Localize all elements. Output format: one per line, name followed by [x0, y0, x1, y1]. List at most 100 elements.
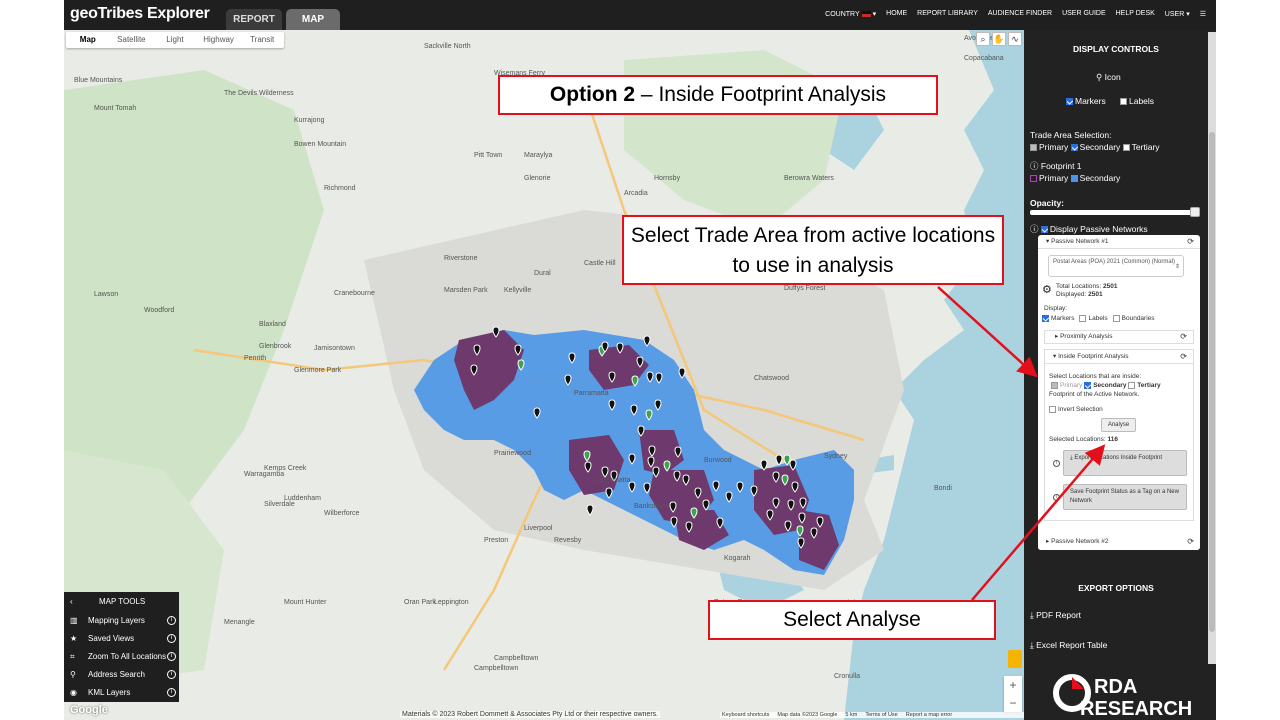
markers-checkbox[interactable]: Markers — [1066, 96, 1106, 106]
checkbox[interactable] — [1079, 315, 1087, 322]
tertiary-checkbox[interactable]: Tertiary — [1122, 142, 1160, 152]
info-icon[interactable]: i — [1053, 460, 1060, 467]
chevron-left-icon[interactable]: ‹ — [70, 597, 73, 606]
nav-audience-finder[interactable]: AUDIENCE FINDER — [988, 10, 1052, 18]
map-type-highway[interactable]: Highway — [197, 32, 241, 48]
map-tool-saved-views[interactable]: ★ Saved Views i — [64, 630, 179, 648]
info-icon[interactable]: ⓘ — [1030, 224, 1039, 234]
refresh-icon[interactable]: ⟳ — [1180, 331, 1187, 343]
google-logo[interactable]: Google — [70, 704, 108, 716]
checkbox[interactable] — [1112, 315, 1120, 322]
keyboard-shortcuts-link[interactable]: Keyboard shortcuts — [722, 712, 769, 718]
info-icon[interactable]: i — [167, 616, 176, 625]
save-footprint-tag-button[interactable]: Save Footprint Status as a Tag on a New … — [1063, 484, 1187, 510]
primary-swatch — [1030, 175, 1037, 183]
checkbox[interactable] — [1042, 315, 1049, 322]
place-label: Wilberforce — [324, 510, 360, 517]
panel-scrollbar[interactable] — [1208, 32, 1216, 664]
refresh-icon[interactable]: ⟳ — [1187, 534, 1194, 550]
line-draw-icon[interactable]: ∿ — [1008, 32, 1022, 46]
map-footer: Keyboard shortcuts Map data ©2023 Google… — [720, 712, 1024, 718]
checkbox[interactable] — [1120, 98, 1127, 106]
report-error-link[interactable]: Report a map error — [906, 712, 952, 718]
checkbox[interactable] — [1051, 381, 1058, 389]
map-tool-mapping-layers[interactable]: ▥ Mapping Layers i — [64, 612, 179, 630]
nav-report-library[interactable]: REPORT LIBRARY — [917, 10, 978, 18]
map-type-transit[interactable]: Transit — [240, 32, 284, 48]
export-locations-button[interactable]: ⤓ Export Locations Inside Footprint — [1063, 450, 1187, 476]
info-icon[interactable]: ⓘ — [1030, 161, 1039, 171]
location-totals: Total Locations: 2501 Displayed: 2501 — [1056, 283, 1118, 298]
excel-report-link[interactable]: ⤓ Excel Report Table — [1030, 640, 1107, 651]
pn-labels-checkbox[interactable]: Labels — [1079, 315, 1108, 322]
checkbox[interactable] — [1070, 144, 1078, 152]
nav-country[interactable]: COUNTRY ▾ — [825, 10, 876, 18]
opacity-slider[interactable] — [1030, 210, 1198, 215]
pn-boundaries-checkbox[interactable]: Boundaries — [1112, 315, 1155, 322]
inside-footprint-header[interactable]: ▾ Inside Footprint Analysis ⟳ — [1045, 350, 1193, 364]
zoom-in-button[interactable]: + — [1004, 676, 1022, 694]
refresh-icon[interactable]: ⟳ — [1180, 350, 1187, 364]
ifa-primary-checkbox[interactable]: Primary — [1051, 381, 1082, 389]
map-type-map[interactable]: Map — [66, 32, 110, 48]
zoom-control: + − — [1004, 676, 1022, 712]
primary-checkbox[interactable]: Primary — [1030, 142, 1068, 152]
map-tools-header[interactable]: ‹ MAP TOOLS — [64, 592, 179, 612]
gear-icon[interactable]: ⚙ — [1042, 283, 1052, 296]
terms-link[interactable]: Terms of Use — [865, 712, 897, 718]
info-icon[interactable]: i — [167, 634, 176, 643]
nav-user-guide[interactable]: USER GUIDE — [1062, 10, 1106, 18]
map-tool-zoom-all[interactable]: ⌗ Zoom To All Locations i — [64, 648, 179, 666]
info-icon[interactable]: i — [1053, 494, 1060, 501]
tab-map[interactable]: MAP — [286, 9, 340, 30]
analyse-button[interactable]: Analyse — [1101, 418, 1136, 432]
info-icon[interactable]: i — [167, 670, 176, 679]
place-label: Preston — [484, 537, 508, 544]
checkbox[interactable] — [1128, 381, 1136, 389]
checkbox[interactable] — [1084, 381, 1092, 389]
checkbox[interactable] — [1122, 144, 1130, 152]
display-passive-networks[interactable]: ⓘ Display Passive Networks — [1030, 223, 1148, 235]
hand-icon[interactable]: ✋ — [992, 32, 1006, 46]
brand-logo[interactable]: geoTribes Explorer — [70, 5, 210, 23]
proximity-analysis-section[interactable]: ▸ Proximity Analysis ⟳ — [1044, 330, 1194, 344]
ifa-tertiary-checkbox[interactable]: Tertiary — [1128, 381, 1161, 389]
logo-research-text: RESEARCH — [1080, 698, 1192, 717]
pn-markers-checkbox[interactable]: Markers — [1042, 315, 1074, 322]
place-label: Glenbrook — [259, 343, 292, 350]
invert-selection-checkbox[interactable]: Invert Selection — [1049, 405, 1189, 414]
nav-user[interactable]: USER ▾ — [1165, 10, 1190, 18]
street-view-pegman-icon[interactable] — [1008, 650, 1022, 668]
labels-checkbox[interactable]: Labels — [1120, 96, 1154, 106]
zoom-box-icon[interactable]: ⌕ — [976, 32, 990, 46]
pdf-report-link[interactable]: ⤓ PDF Report — [1030, 610, 1081, 621]
map-type-light[interactable]: Light — [153, 32, 197, 48]
boundary-select[interactable]: Postal Areas (POA) 2021 (Common) (Normal… — [1048, 255, 1184, 277]
icon-option[interactable]: ⚲ Icon — [1096, 72, 1121, 83]
checkbox[interactable] — [1066, 98, 1073, 106]
refresh-icon[interactable]: ⟳ — [1187, 235, 1194, 249]
info-icon[interactable]: i — [167, 652, 176, 661]
checkbox[interactable] — [1040, 226, 1048, 234]
info-icon[interactable]: i — [167, 688, 176, 697]
nav-home[interactable]: HOME — [886, 10, 907, 18]
map-tool-address-search[interactable]: ⚲ Address Search i — [64, 666, 179, 684]
scrollbar-thumb[interactable] — [1209, 132, 1215, 632]
map-tool-kml-layers[interactable]: ◉ KML Layers i — [64, 684, 179, 702]
ifa-secondary-checkbox[interactable]: Secondary — [1084, 381, 1126, 389]
zoom-out-button[interactable]: − — [1004, 694, 1022, 712]
nav-help-desk[interactable]: HELP DESK — [1116, 10, 1155, 18]
secondary-checkbox[interactable]: Secondary — [1070, 142, 1120, 152]
hamburger-icon[interactable]: ☰ — [1200, 10, 1206, 18]
place-label: Kellyville — [504, 287, 531, 294]
passive-network-1-header[interactable]: ▾ Passive Network #1 ⟳ — [1038, 235, 1200, 249]
map-type-satellite[interactable]: Satellite — [110, 32, 154, 48]
search-icon: ⚲ — [70, 670, 76, 679]
opacity-slider-handle[interactable] — [1190, 207, 1200, 217]
scale-bar[interactable]: 5 km — [845, 712, 857, 718]
callout-trade-area: Select Trade Area from active locations … — [622, 215, 1004, 285]
checkbox[interactable] — [1049, 405, 1056, 413]
tab-report[interactable]: REPORT — [226, 9, 282, 30]
passive-network-2-card[interactable]: ▸ Passive Network #2 ⟳ — [1038, 534, 1200, 550]
checkbox[interactable] — [1030, 144, 1037, 152]
